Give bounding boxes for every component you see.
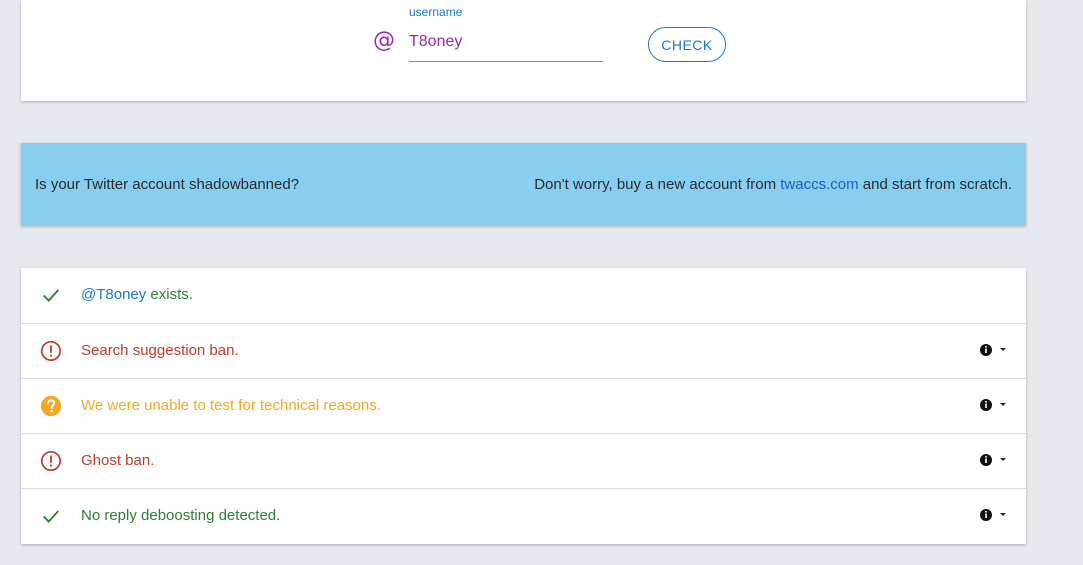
check-button[interactable]: CHECK (648, 27, 726, 62)
twaccs-link[interactable]: twaccs.com (780, 176, 858, 193)
at-icon: @ (373, 28, 395, 53)
info-dropdown-icon[interactable] (978, 395, 1008, 415)
result-row-exists: @T8oney exists. (21, 268, 1026, 323)
result-row-search-suggestion[interactable]: Search suggestion ban. (21, 323, 1026, 378)
result-text-search-suggestion: Search suggestion ban. (81, 342, 239, 359)
banner-offer-prefix: Don't worry, buy a new account from (534, 176, 781, 193)
result-row-ghost[interactable]: Ghost ban. (21, 433, 1026, 488)
result-row-technical[interactable]: We were unable to test for technical rea… (21, 378, 1026, 433)
banner-offer-suffix: and start from scratch. (858, 176, 1012, 193)
result-text-ghost: Ghost ban. (81, 452, 155, 469)
result-text-technical: We were unable to test for technical rea… (81, 397, 381, 414)
banner-offer: Don't worry, buy a new account from twac… (534, 176, 1012, 193)
alert-circle-icon (41, 341, 61, 361)
info-dropdown-icon[interactable] (978, 340, 1008, 360)
username-label: username (409, 5, 463, 19)
results-card: @T8oney exists. Search suggestion ban. W… (21, 268, 1026, 544)
banner-question: Is your Twitter account shadowbanned? (35, 176, 300, 193)
info-dropdown-icon[interactable] (978, 450, 1008, 470)
result-text-exists: @T8oney exists. (81, 286, 193, 303)
promo-banner: Is your Twitter account shadowbanned? Do… (21, 143, 1026, 226)
search-card: @ username CHECK (21, 0, 1026, 101)
check-icon (43, 510, 60, 523)
alert-circle-icon (41, 451, 61, 471)
result-text-reply: No reply deboosting detected. (81, 507, 281, 524)
exists-text: exists. (146, 286, 193, 303)
info-dropdown-icon[interactable] (978, 505, 1008, 525)
check-icon (43, 289, 60, 302)
result-row-reply[interactable]: No reply deboosting detected. (21, 488, 1026, 543)
username-input[interactable] (409, 28, 603, 62)
exists-handle: @T8oney (81, 286, 147, 303)
help-circle-icon (40, 395, 62, 417)
